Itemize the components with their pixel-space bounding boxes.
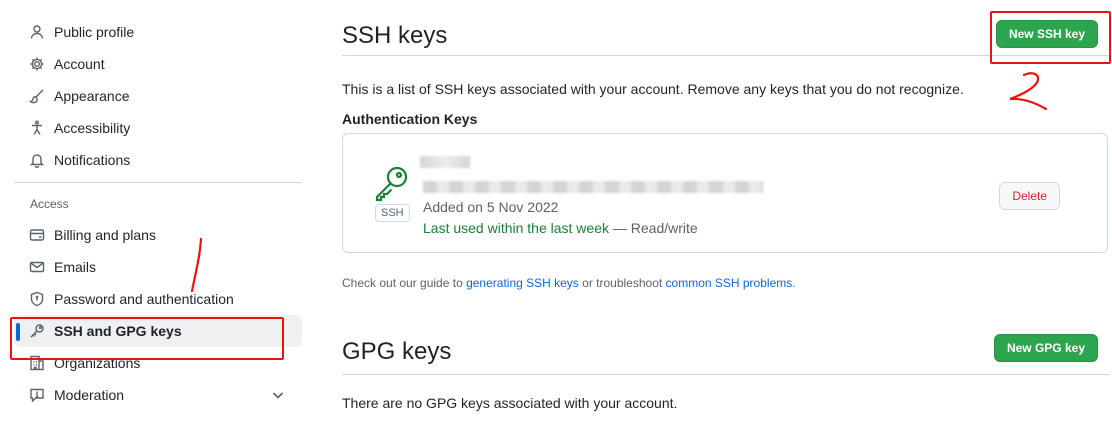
key-access-level: — Read/write bbox=[609, 220, 698, 236]
shield-lock-icon bbox=[28, 290, 46, 308]
report-icon bbox=[28, 386, 46, 404]
sidebar-item-accessibility[interactable]: Accessibility bbox=[14, 112, 302, 144]
ssh-keys-header: SSH keys New SSH key bbox=[342, 0, 1110, 56]
sidebar-item-label: Account bbox=[54, 56, 105, 72]
sidebar-item-organizations[interactable]: Organizations bbox=[14, 347, 302, 379]
authentication-keys-heading: Authentication Keys bbox=[342, 111, 478, 127]
sidebar-item-label: Organizations bbox=[54, 355, 141, 371]
sidebar-item-billing[interactable]: Billing and plans bbox=[14, 219, 302, 251]
credit-card-icon bbox=[28, 226, 46, 244]
redacted-key-title bbox=[420, 156, 470, 168]
organization-icon bbox=[28, 354, 46, 372]
sidebar-item-label: Password and authentication bbox=[54, 291, 234, 307]
person-icon bbox=[28, 23, 46, 41]
ssh-type-badge: SSH bbox=[375, 204, 410, 222]
key-last-used: Last used within the last week — Read/wr… bbox=[423, 220, 698, 236]
sidebar-item-label: Emails bbox=[54, 259, 97, 275]
sidebar-item-label: Billing and plans bbox=[54, 227, 156, 243]
key-added-date: Added on 5 Nov 2022 bbox=[423, 199, 559, 215]
sidebar-item-label: SSH and GPG keys bbox=[54, 323, 182, 339]
sidebar-item-label: Public profile bbox=[54, 24, 135, 40]
ssh-guide-text: Check out our guide to generating SSH ke… bbox=[342, 276, 796, 290]
sidebar-item-notifications[interactable]: Notifications bbox=[14, 144, 302, 176]
sidebar-item-moderation[interactable]: Moderation bbox=[14, 379, 302, 411]
guide-middle: or troubleshoot bbox=[578, 276, 666, 290]
sidebar-item-label: Moderation bbox=[54, 387, 125, 403]
chevron-down-icon[interactable] bbox=[270, 387, 286, 403]
ssh-keys-title: SSH keys bbox=[342, 22, 448, 49]
new-ssh-key-button[interactable]: New SSH key bbox=[995, 20, 1098, 48]
gear-icon bbox=[28, 55, 46, 73]
key-last-used-time: Last used within the last week bbox=[423, 220, 609, 236]
guide-prefix: Check out our guide to bbox=[342, 276, 467, 290]
annotation-number-two bbox=[1009, 72, 1048, 111]
mail-icon bbox=[28, 258, 46, 276]
redacted-key-fingerprint bbox=[423, 181, 763, 193]
sidebar-item-password[interactable]: Password and authentication bbox=[14, 283, 302, 315]
ssh-key-item: SSH Added on 5 Nov 2022 Last used within… bbox=[342, 133, 1108, 253]
new-gpg-key-button[interactable]: New GPG key bbox=[993, 334, 1098, 362]
key-icon bbox=[28, 322, 46, 340]
sidebar-item-label: Accessibility bbox=[54, 120, 131, 136]
common-ssh-problems-link[interactable]: common SSH problems bbox=[666, 276, 793, 290]
sidebar-divider bbox=[14, 182, 302, 183]
sidebar-item-emails[interactable]: Emails bbox=[14, 251, 302, 283]
bell-icon bbox=[28, 151, 46, 169]
key-icon bbox=[373, 164, 411, 202]
sidebar-item-public-profile[interactable]: Public profile bbox=[14, 16, 302, 48]
sidebar-item-ssh-gpg-keys[interactable]: SSH and GPG keys bbox=[14, 315, 302, 347]
ssh-description: This is a list of SSH keys associated wi… bbox=[342, 81, 964, 97]
gpg-empty-message: There are no GPG keys associated with yo… bbox=[342, 395, 678, 411]
sidebar-item-label: Appearance bbox=[54, 88, 130, 104]
gpg-keys-title: GPG keys bbox=[342, 338, 452, 365]
sidebar-item-appearance[interactable]: Appearance bbox=[14, 80, 302, 112]
gpg-keys-header: GPG keys New GPG key bbox=[342, 316, 1110, 375]
sidebar-item-label: Notifications bbox=[54, 152, 131, 168]
sidebar-section-access: Access bbox=[30, 197, 69, 211]
generating-ssh-keys-link[interactable]: generating SSH keys bbox=[466, 276, 579, 290]
sidebar-item-account[interactable]: Account bbox=[14, 48, 302, 80]
delete-ssh-key-button[interactable]: Delete bbox=[999, 182, 1060, 210]
settings-sidebar: Public profile Account Appearance Access… bbox=[14, 0, 302, 411]
paintbrush-icon bbox=[28, 87, 46, 105]
guide-suffix: . bbox=[792, 276, 796, 290]
accessibility-icon bbox=[28, 119, 46, 137]
ssh-gpg-main: SSH keys New SSH key This is a list of S… bbox=[342, 0, 1110, 411]
